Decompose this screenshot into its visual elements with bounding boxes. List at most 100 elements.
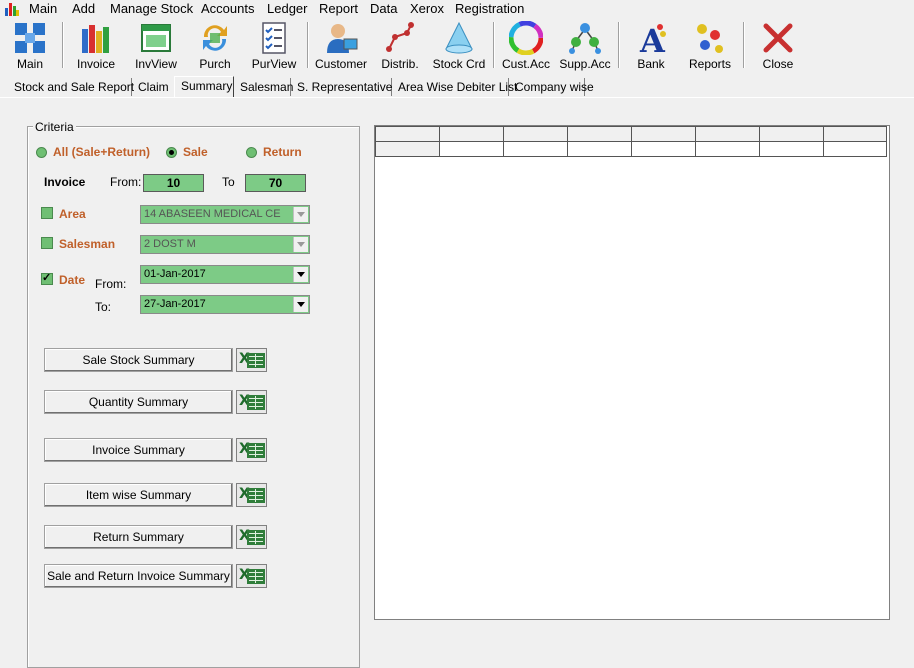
menu-bar: Main Add Manage Stock Accounts Ledger Re…: [0, 0, 914, 18]
spreadsheet-icon: [247, 395, 265, 410]
toolbar-cust-acc-button[interactable]: Cust.Acc: [498, 20, 554, 72]
tab-claim[interactable]: Claim: [132, 78, 177, 96]
grid-cell[interactable]: [759, 141, 824, 157]
menu-manage-stock[interactable]: Manage Stock: [110, 1, 193, 16]
toolbar-invview-button[interactable]: InvView: [128, 20, 184, 72]
toolbar-reports-button[interactable]: Reports: [684, 20, 736, 72]
area-checkbox[interactable]: [41, 207, 53, 219]
grid-cell[interactable]: [631, 141, 696, 157]
criteria-title: Criteria: [33, 120, 76, 134]
item-wise-summary-button[interactable]: Item wise Summary: [44, 483, 233, 507]
chevron-down-icon[interactable]: [293, 267, 308, 282]
tab-area-wise-debiter-list[interactable]: Area Wise Debiter List: [392, 78, 517, 96]
grid-row-header[interactable]: [375, 141, 440, 157]
tab-s-representative[interactable]: S. Representative: [291, 78, 392, 96]
invoice-to-input[interactable]: 70: [245, 174, 306, 192]
toolbar-invview-label: InvView: [135, 57, 177, 71]
close-icon: [763, 23, 793, 53]
toolbar-purch-button[interactable]: Purch: [190, 20, 240, 72]
toolbar-bank-button[interactable]: A Bank: [626, 20, 676, 72]
toolbar-close-button[interactable]: Close: [752, 20, 804, 72]
data-grid[interactable]: [374, 125, 890, 620]
grid-header-cell[interactable]: [375, 126, 440, 142]
excel-export-button[interactable]: X: [236, 390, 267, 414]
grid-header-cell[interactable]: [439, 126, 504, 142]
menu-main[interactable]: Main: [29, 1, 57, 16]
invoice-to-label: To: [222, 175, 235, 189]
tab-stock-and-sale-report[interactable]: Stock and Sale Report: [8, 78, 134, 96]
toolbar-separator: [62, 22, 64, 68]
menu-data[interactable]: Data: [370, 1, 397, 16]
radio-dot: [246, 147, 257, 159]
books-icon: [82, 25, 109, 53]
grid-header-cell[interactable]: [823, 126, 887, 142]
date-checkbox[interactable]: [41, 271, 53, 285]
salesman-select[interactable]: 2 DOST M: [140, 235, 310, 254]
chevron-down-icon[interactable]: [293, 207, 308, 222]
excel-export-button[interactable]: X: [236, 483, 267, 507]
sale-stock-summary-button[interactable]: Sale Stock Summary: [44, 348, 233, 372]
menu-ledger[interactable]: Ledger: [267, 1, 307, 16]
tab-company-wise[interactable]: Company wise: [509, 78, 594, 96]
grid-cell[interactable]: [439, 141, 504, 157]
toolbar-invoice-button[interactable]: Invoice: [70, 20, 122, 72]
toolbar-separator: [493, 22, 495, 68]
radio-return-label: Return: [263, 145, 302, 159]
grid-cell[interactable]: [823, 141, 887, 157]
excel-export-button[interactable]: X: [236, 348, 267, 372]
chevron-down-icon[interactable]: [293, 297, 308, 312]
toolbar: Main Invoice InvView Purch PurView Custo…: [0, 18, 914, 72]
grid-icon: [15, 23, 45, 53]
date-from-value: 01-Jan-2017: [144, 268, 206, 280]
toolbar-invoice-label: Invoice: [76, 57, 116, 71]
invoice-from-input[interactable]: 10: [143, 174, 204, 192]
tab-summary[interactable]: Summary: [174, 76, 234, 97]
toolbar-main-button[interactable]: Main: [4, 20, 56, 72]
menu-xerox[interactable]: Xerox: [410, 1, 444, 16]
toolbar-distrib-label: Distrib.: [381, 57, 419, 71]
date-from-label: From:: [95, 277, 127, 291]
toolbar-distrib-button[interactable]: Distrib.: [376, 20, 424, 72]
salesman-select-value: 2 DOST M: [144, 238, 196, 250]
excel-export-button[interactable]: X: [236, 564, 267, 588]
radio-sale[interactable]: Sale: [166, 145, 208, 159]
sale-and-return-invoice-summary-button[interactable]: Sale and Return Invoice Summary: [44, 564, 233, 588]
grid-cell[interactable]: [503, 141, 568, 157]
grid-header-cell[interactable]: [759, 126, 824, 142]
tab-salesman[interactable]: Salesman: [234, 78, 293, 96]
date-from-picker[interactable]: 01-Jan-2017: [140, 265, 310, 284]
toolbar-customer-button[interactable]: Customer: [312, 20, 370, 72]
grid-cell[interactable]: [567, 141, 632, 157]
toolbar-close-label: Close: [762, 57, 794, 71]
return-summary-button[interactable]: Return Summary: [44, 525, 233, 549]
menu-registration[interactable]: Registration: [455, 1, 524, 16]
salesman-label: Salesman: [59, 237, 116, 251]
grid-header-cell[interactable]: [631, 126, 696, 142]
date-to-picker[interactable]: 27-Jan-2017: [140, 295, 310, 314]
toolbar-supp-acc-button[interactable]: Supp.Acc: [558, 20, 612, 72]
tab-baseline: [0, 97, 914, 98]
chevron-down-icon[interactable]: [293, 237, 308, 252]
toolbar-purview-button[interactable]: PurView: [248, 20, 300, 72]
menu-report[interactable]: Report: [319, 1, 358, 16]
user-icon: [327, 24, 358, 53]
excel-export-button[interactable]: X: [236, 438, 267, 462]
grid-header-cell[interactable]: [695, 126, 760, 142]
grid-header-cell[interactable]: [567, 126, 632, 142]
radio-all[interactable]: All (Sale+Return): [36, 145, 150, 159]
area-select[interactable]: 14 ABASEEN MEDICAL CE: [140, 205, 310, 224]
toolbar-main-label: Main: [16, 57, 43, 71]
grid-header-cell[interactable]: [503, 126, 568, 142]
quantity-summary-button[interactable]: Quantity Summary: [44, 390, 233, 414]
menu-accounts[interactable]: Accounts: [201, 1, 254, 16]
grid-cell[interactable]: [695, 141, 760, 157]
table-row[interactable]: [375, 141, 887, 157]
radio-return[interactable]: Return: [246, 145, 302, 159]
salesman-checkbox[interactable]: [41, 237, 53, 249]
invoice-summary-button[interactable]: Invoice Summary: [44, 438, 233, 462]
checklist-icon: [262, 22, 286, 54]
menu-add[interactable]: Add: [72, 1, 95, 16]
toolbar-stock-crd-button[interactable]: Stock Crd: [430, 20, 488, 72]
excel-export-button[interactable]: X: [236, 525, 267, 549]
toolbar-separator: [618, 22, 620, 68]
